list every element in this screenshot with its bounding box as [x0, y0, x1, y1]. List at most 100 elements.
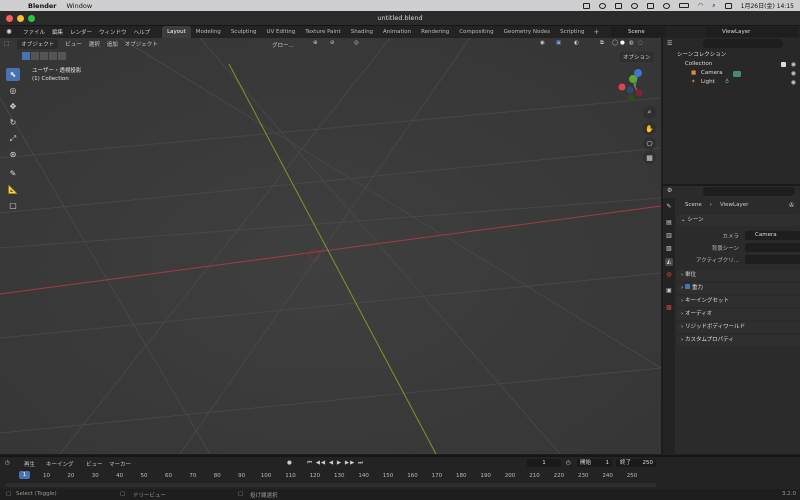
timer-icon[interactable]: ◴ — [566, 460, 571, 466]
gizmo-toggle-icon[interactable]: ▣ — [556, 40, 561, 46]
properties-search-input[interactable] — [703, 187, 795, 196]
cursor-tool-icon[interactable]: ◎ — [6, 84, 20, 97]
menu-file[interactable]: ファイル — [23, 28, 45, 36]
annotate-tool-icon[interactable]: ✎ — [6, 167, 20, 180]
editor-type-icon[interactable]: ⬚ — [4, 41, 9, 47]
panel-units[interactable]: › 単位 — [677, 270, 800, 281]
3d-viewport[interactable]: ⬚ オブジェクト ビュー 選択 追加 オブジェクト グロー... ⊕ ⊘ ◎ ◉… — [0, 38, 661, 454]
fan-icon[interactable] — [647, 2, 655, 9]
visibility-icon[interactable]: ◉ — [540, 40, 545, 46]
collection-tab-icon[interactable]: ▣ — [665, 287, 673, 295]
rotate-tool-icon[interactable]: ↻ — [6, 116, 20, 129]
view-layer-tab-icon[interactable]: ▧ — [665, 245, 673, 253]
light-data-icon[interactable]: ♁ — [725, 78, 729, 87]
control-icon[interactable] — [599, 2, 607, 9]
panel-scene[interactable]: ⌄ シーン — [677, 215, 800, 226]
tool-tab-icon[interactable]: ✎ — [665, 203, 673, 211]
window-menu[interactable]: Window — [67, 2, 93, 10]
render-tab-icon[interactable]: ▤ — [665, 219, 673, 227]
current-frame-field[interactable]: 1 — [527, 459, 561, 467]
scene-selector[interactable]: Scene — [611, 27, 665, 37]
panel-keying-sets[interactable]: › キーイングセット — [677, 296, 800, 307]
outliner-item-light[interactable]: ✦ Light ♁ ◉ — [663, 78, 800, 87]
tab-layout[interactable]: Layout — [162, 26, 191, 38]
select-subtract-icon[interactable] — [40, 52, 48, 60]
menu-window[interactable]: ウィンドウ — [99, 28, 127, 36]
end-frame-field[interactable]: 終了 250 — [616, 459, 656, 467]
tab-modeling[interactable]: Modeling — [191, 26, 226, 38]
view-layer-selector[interactable]: ViewLayer — [706, 27, 798, 37]
outliner-search-input[interactable] — [703, 39, 783, 48]
lock-icon[interactable] — [615, 2, 623, 9]
active-clip-field[interactable] — [745, 255, 800, 264]
pan-hand-icon[interactable]: ✋ — [643, 122, 656, 135]
select-new-icon[interactable] — [22, 52, 30, 60]
select-intersect-icon[interactable] — [58, 52, 66, 60]
shading-material-icon[interactable]: ◍ — [629, 40, 634, 46]
tab-sculpting[interactable]: Sculpting — [226, 26, 262, 38]
select-invert-icon[interactable] — [49, 52, 57, 60]
perspective-grid-icon[interactable]: ▦ — [643, 151, 656, 164]
measure-tool-icon[interactable]: 📐 — [6, 183, 20, 196]
background-scene-field[interactable] — [745, 243, 800, 252]
tab-texture-paint[interactable]: Texture Paint — [300, 26, 346, 38]
zoom-icon[interactable]: ⌕ — [643, 106, 656, 119]
overlay-toggle-icon[interactable]: ◐ — [574, 40, 579, 46]
pin-icon[interactable]: ✇ — [789, 202, 794, 209]
tab-compositing[interactable]: Compositing — [454, 26, 498, 38]
menu-timeline-view[interactable]: ビュー — [86, 460, 103, 468]
clipboard-icon[interactable] — [631, 2, 639, 9]
select-extend-icon[interactable] — [31, 52, 39, 60]
shading-rendered-icon[interactable]: ◌ — [638, 40, 643, 46]
world-tab-icon[interactable]: ◍ — [665, 271, 673, 279]
camera-view-icon[interactable]: ⎔ — [643, 137, 656, 150]
playhead[interactable]: 1 — [19, 471, 30, 479]
shading-wire-icon[interactable]: ◯ — [612, 40, 618, 46]
menu-object[interactable]: オブジェクト — [125, 40, 158, 48]
snap-icon[interactable]: ⊘ — [330, 40, 335, 46]
menu-view[interactable]: ビュー — [65, 40, 82, 48]
scene-tab-icon[interactable]: ◭ — [665, 258, 673, 266]
gear-icon[interactable] — [663, 2, 671, 9]
options-dropdown[interactable]: オプション — [620, 52, 654, 62]
scale-tool-icon[interactable]: ⤢ — [6, 132, 20, 145]
tab-scripting[interactable]: Scripting — [555, 26, 589, 38]
timeline-scrollbar[interactable] — [6, 483, 656, 487]
menu-keying[interactable]: キーイング — [46, 460, 74, 468]
outliner-item-camera[interactable]: ■ Camera ◉ — [663, 69, 800, 78]
move-tool-icon[interactable]: ✥ — [6, 100, 20, 113]
shading-solid-icon[interactable]: ● — [620, 40, 625, 46]
menu-playback[interactable]: 再生 — [24, 460, 35, 468]
eye-icon[interactable]: ◉ — [791, 78, 796, 87]
pivot-icon[interactable]: ⊕ — [313, 40, 318, 46]
camera-data-icon[interactable] — [733, 71, 741, 77]
menu-add[interactable]: 追加 — [107, 40, 118, 48]
transform-orientation[interactable]: グロー... — [272, 41, 294, 49]
app-menu[interactable]: Blender — [28, 2, 57, 10]
properties-editor-icon[interactable]: ⚙ — [667, 187, 672, 194]
tab-shading[interactable]: Shading — [346, 26, 378, 38]
search-icon[interactable]: ⌕ — [712, 2, 715, 10]
transform-tool-icon[interactable]: ⊛ — [6, 148, 20, 161]
panel-rigid-body-world[interactable]: › リジッドボディワールド — [677, 322, 800, 333]
tab-rendering[interactable]: Rendering — [416, 26, 454, 38]
record-icon[interactable]: ● — [287, 460, 292, 466]
outliner-root[interactable]: シーンコレクション — [663, 51, 800, 60]
wifi-icon[interactable]: ◠ — [698, 2, 703, 9]
clock[interactable]: 1月26日(金) 14:15 — [741, 1, 794, 10]
output-tab-icon[interactable]: ▥ — [665, 232, 673, 240]
select-box-tool-icon[interactable]: ⬉ — [6, 68, 20, 81]
add-workspace-button[interactable]: + — [594, 28, 600, 36]
screen-icon[interactable] — [583, 2, 591, 9]
menu-edit[interactable]: 編集 — [52, 28, 63, 36]
playback-controls[interactable]: ⏮ ◀◀ ◀ ▶ ▶▶ ⏭ — [307, 460, 364, 467]
outliner-editor-icon[interactable]: ☰ — [667, 40, 672, 47]
tab-uv-editing[interactable]: UV Editing — [262, 26, 301, 38]
tab-animation[interactable]: Animation — [378, 26, 416, 38]
proportional-edit-icon[interactable]: ◎ — [354, 40, 359, 46]
outliner-item-collection[interactable]: Collection ◉ — [663, 60, 800, 69]
add-cube-tool-icon[interactable]: ▢ — [6, 199, 20, 212]
gravity-checkbox[interactable] — [684, 284, 690, 289]
panel-gravity[interactable]: › 重力 — [677, 283, 800, 294]
panel-custom-properties[interactable]: › カスタムプロパティ — [677, 335, 800, 346]
